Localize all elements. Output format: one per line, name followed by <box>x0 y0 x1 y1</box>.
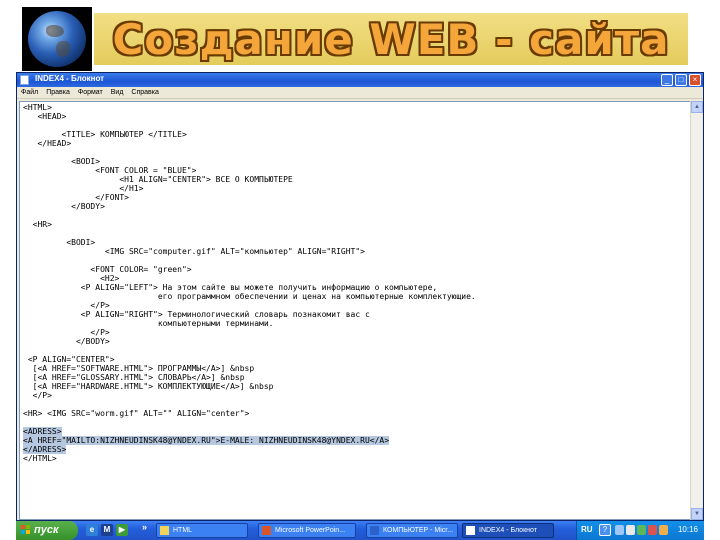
vertical-scrollbar[interactable]: ▲ ▼ <box>690 101 703 520</box>
system-tray: RU ? 10:16 <box>576 521 704 540</box>
help-icon[interactable]: ? <box>599 524 611 536</box>
tray-k-icon[interactable] <box>648 525 657 535</box>
code-line: </BODY> <box>23 202 105 211</box>
minimize-button[interactable]: _ <box>661 74 673 86</box>
code-line: </BODY> <box>23 337 110 346</box>
menu-item[interactable]: Файл <box>21 89 38 96</box>
maximize-button[interactable]: □ <box>675 74 687 86</box>
code-line: </ADRESS> <box>23 445 67 454</box>
task-label: Microsoft PowerPoin... <box>275 527 346 534</box>
code-line: </HTML> <box>23 454 57 463</box>
antivirus-icon[interactable] <box>637 525 646 535</box>
code-line: </P> <box>23 391 52 400</box>
slide-title: Создание WEB - сайта <box>112 15 670 64</box>
taskbar-button[interactable]: HTML <box>156 523 248 538</box>
menu-item[interactable]: Вид <box>111 89 124 96</box>
code-line: </P> <box>23 328 110 337</box>
task-label: КОМПЬЮТЕР - Micr... <box>383 527 454 534</box>
code-line: </H1> <box>23 184 144 193</box>
task-app-icon <box>262 526 271 535</box>
globe-continent <box>46 25 64 37</box>
code-line: <FONT COLOR = "BLUE"> <box>23 166 197 175</box>
code-line: [<A HREF="SOFTWARE.HTML"> ПРОГРАММЫ</A>]… <box>23 364 255 373</box>
taskbar-button[interactable]: Microsoft PowerPoin... <box>258 523 356 538</box>
tray-app-icon[interactable] <box>659 525 668 535</box>
code-line: [<A HREF="HARDWARE.HTML"> КОМПЛЕКТУЮЩИЕ<… <box>23 382 274 391</box>
media-icon[interactable]: ▶ <box>116 524 128 536</box>
task-label: HTML <box>173 527 193 534</box>
close-button[interactable]: × <box>689 74 701 86</box>
code-line: <HR> <IMG SRC="worm.gif" ALT="" ALIGN="c… <box>23 409 250 418</box>
slide-header: Создание WEB - сайта <box>0 0 720 72</box>
quick-launch-more-icon[interactable]: » <box>142 522 147 532</box>
code-line: <P ALIGN="LEFT"> На этом сайте вы можете… <box>23 283 438 292</box>
start-button[interactable]: пуск <box>16 521 78 540</box>
code-line: его программном обеспечении и ценах на к… <box>23 292 476 301</box>
code-text: <HTML> <HEAD> <TITLE> КОМПЬЮТЕР </TITLE>… <box>23 103 476 463</box>
code-line: </HEAD> <box>23 139 72 148</box>
window-title: INDEX4 - Блокнот <box>35 74 105 83</box>
language-indicator[interactable]: RU <box>581 525 593 534</box>
title-banner: Создание WEB - сайта <box>94 13 688 65</box>
taskbar-button[interactable]: INDEX4 - Блокнот <box>462 523 554 538</box>
code-line: <BODI> <box>23 157 101 166</box>
menu-item[interactable]: Правка <box>46 89 70 96</box>
code-line: <P ALIGN="RIGHT"> Терминологический слов… <box>23 310 370 319</box>
quick-launch: e M ▶ <box>86 524 128 536</box>
code-line: <H1 ALIGN="CENTER"> ВСЕ О КОМПЬЮТЕРЕ <box>23 175 293 184</box>
code-line: <HEAD> <box>23 112 67 121</box>
taskbar: пуск e M ▶ » HTML Microsoft PowerPoin... К… <box>16 521 704 540</box>
code-line: <FONT COLOR= "green"> <box>23 265 192 274</box>
code-line: <TITLE> КОМПЬЮТЕР </TITLE> <box>23 130 187 139</box>
notepad-icon <box>20 75 29 85</box>
task-app-icon <box>160 526 169 535</box>
code-line: <BODI> <box>23 238 96 247</box>
code-line: компьютерными терминами. <box>23 319 274 328</box>
globe-continent <box>56 41 70 57</box>
browser-icon[interactable]: e <box>86 524 98 536</box>
menu-item[interactable]: Справка <box>131 89 158 96</box>
text-editor-area[interactable]: <HTML> <HEAD> <TITLE> КОМПЬЮТЕР </TITLE>… <box>19 101 691 520</box>
code-line: </FONT> <box>23 193 129 202</box>
scroll-down-button[interactable]: ▼ <box>691 508 703 520</box>
task-label: INDEX4 - Блокнот <box>479 527 537 534</box>
globe-sphere <box>28 11 86 67</box>
code-line: <IMG SRC="computer.gif" ALT="компьютер" … <box>23 247 365 256</box>
task-app-icon <box>370 526 379 535</box>
code-line: <A HREF="MAILTO:NIZHNEUDINSK48@YNDEX.RU"… <box>23 436 390 445</box>
network-icon[interactable] <box>615 525 624 535</box>
tray-icons <box>615 525 668 535</box>
menu-bar: Файл Правка Формат Вид Справка <box>17 87 703 99</box>
code-line: <HTML> <box>23 103 52 112</box>
taskbar-button[interactable]: КОМПЬЮТЕР - Micr... <box>366 523 458 538</box>
code-line: <P ALIGN="CENTER"> <box>23 355 115 364</box>
volume-icon[interactable] <box>626 525 635 535</box>
clock[interactable]: 10:16 <box>678 525 698 534</box>
notepad-window[interactable]: INDEX4 - Блокнот _ □ × Файл Правка Формат В… <box>16 72 704 521</box>
scroll-up-button[interactable]: ▲ <box>691 101 703 113</box>
start-label: пуск <box>34 524 59 536</box>
globe-icon <box>22 7 92 71</box>
task-app-icon <box>466 526 475 535</box>
menu-item[interactable]: Формат <box>78 89 103 96</box>
code-line: <ADRESS> <box>23 427 62 436</box>
windows-flag-icon <box>21 525 31 535</box>
code-line: <HR> <box>23 220 52 229</box>
mail-icon[interactable]: M <box>101 524 113 536</box>
code-line: </P> <box>23 301 110 310</box>
code-line: [<A HREF="GLOSSARY.HTML"> СЛОВАРЬ</A>] &… <box>23 373 245 382</box>
code-line: <H2> <box>23 274 120 283</box>
window-titlebar[interactable]: INDEX4 - Блокнот _ □ × <box>17 73 703 87</box>
